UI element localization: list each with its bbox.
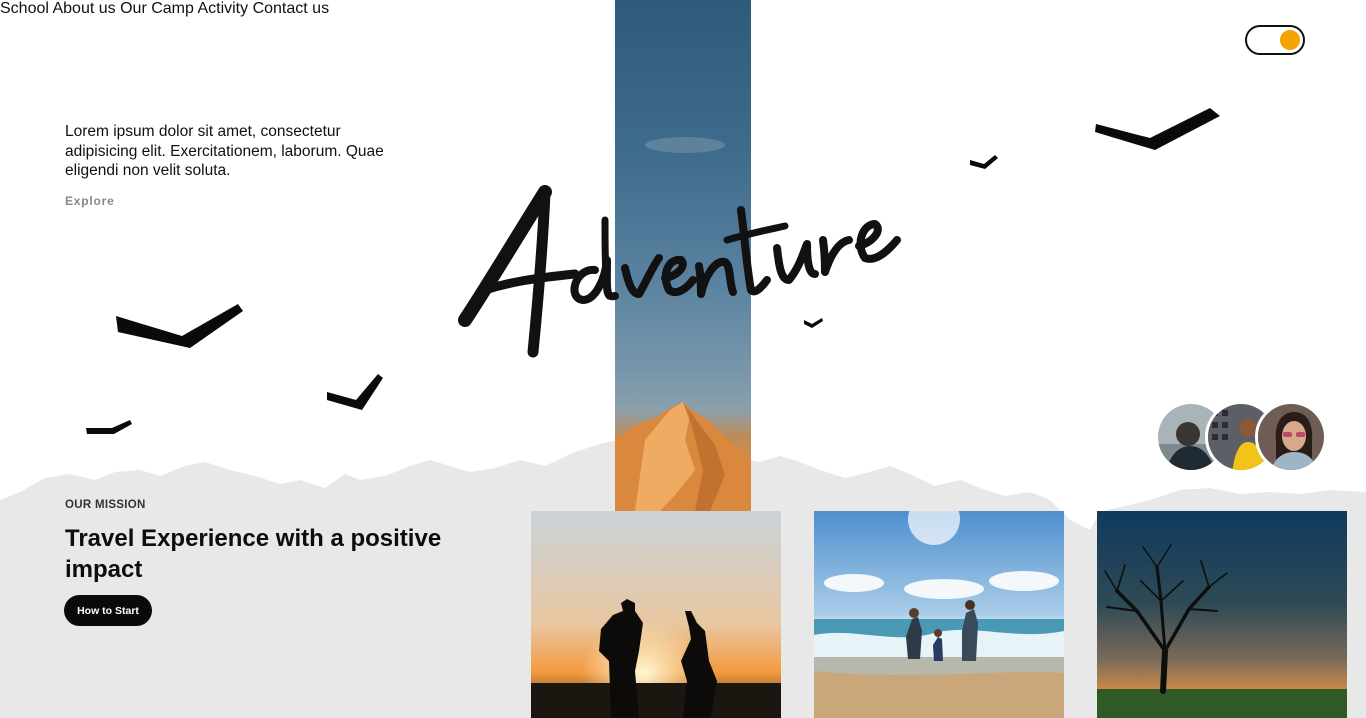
bird-silhouette-icon [116, 304, 243, 348]
photo-card-beach-family[interactable] [814, 511, 1064, 718]
avatar[interactable] [1255, 401, 1327, 473]
how-to-start-button[interactable]: How to Start [64, 595, 152, 626]
bird-silhouette-icon [86, 420, 132, 434]
photo-card-lone-tree[interactable] [1097, 511, 1347, 718]
bird-silhouette-icon [327, 374, 383, 410]
traveler-avatars [1155, 401, 1330, 473]
bird-silhouette-icon [1095, 108, 1220, 150]
bird-silhouette-icon [804, 318, 823, 328]
mission-heading: Travel Experience with a positive impact [65, 525, 442, 583]
mission-eyebrow: OUR MISSION [65, 499, 146, 511]
photo-card-sunset-couple[interactable] [531, 511, 781, 718]
bird-silhouette-icon [970, 155, 998, 169]
